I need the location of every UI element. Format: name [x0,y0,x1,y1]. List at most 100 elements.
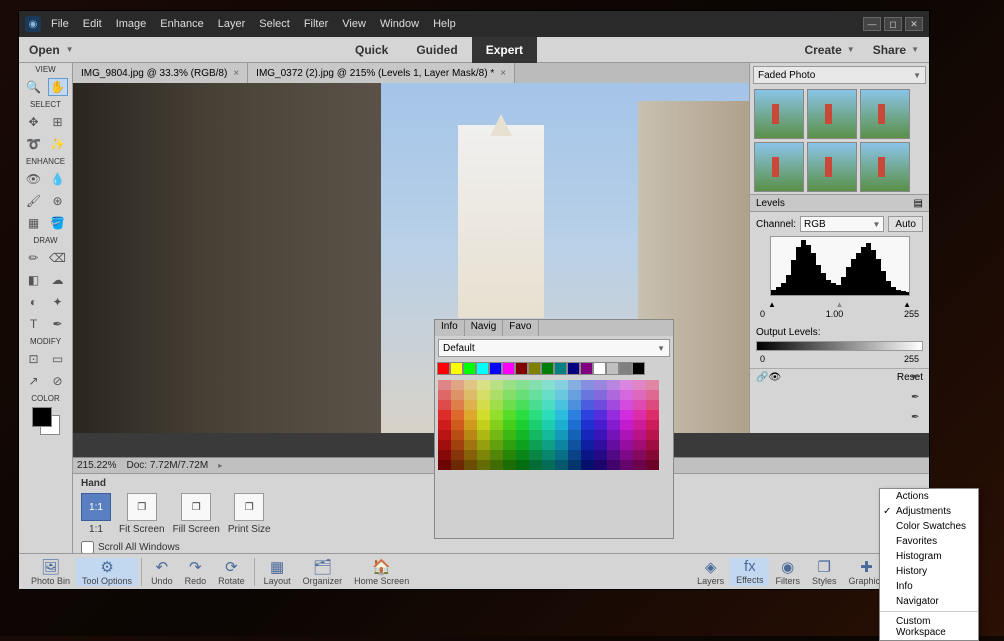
swatch-chip[interactable] [607,400,620,410]
menu-item-color-swatches[interactable]: Color Swatches [880,519,978,534]
swatch-chip[interactable] [477,400,490,410]
swatch-chip[interactable] [542,410,555,420]
swatch-chip[interactable] [477,410,490,420]
swatch-grid[interactable] [435,377,673,473]
swatch-chip[interactable] [620,450,633,460]
status-caret-icon[interactable]: ▸ [218,461,222,470]
effect-thumbnail[interactable] [754,89,804,139]
swatch-chip[interactable] [607,380,620,390]
eraser-tool[interactable]: ⌫ [48,249,68,267]
swatch-chip[interactable] [477,390,490,400]
swatch-chip[interactable] [594,390,607,400]
swatch-chip[interactable] [580,362,593,375]
swatch-chip[interactable] [451,420,464,430]
swatch-chip[interactable] [502,362,515,375]
eyedropper-black-icon[interactable]: ✒ [911,372,925,386]
swatch-tab[interactable]: Info [435,320,465,336]
menu-image[interactable]: Image [116,18,147,30]
minimize-button[interactable]: — [863,17,881,31]
swatch-chip[interactable] [594,440,607,450]
levels-tab[interactable]: Levels▤ [750,194,929,212]
swatch-chip[interactable] [594,430,607,440]
swatch-chip[interactable] [477,440,490,450]
swatch-chip[interactable] [541,362,554,375]
swatch-chip[interactable] [646,420,659,430]
swatch-chip[interactable] [633,380,646,390]
effect-thumbnail[interactable] [754,142,804,192]
swatch-chip[interactable] [555,460,568,470]
swatch-chip[interactable] [607,460,620,470]
swatch-chip[interactable] [464,440,477,450]
swatch-chip[interactable] [464,400,477,410]
swatch-chip[interactable] [529,390,542,400]
swatch-chip[interactable] [555,430,568,440]
swatch-chip[interactable] [568,410,581,420]
swatch-chip[interactable] [490,430,503,440]
swatch-chip[interactable] [529,420,542,430]
hand2-tool[interactable]: ⊘ [48,372,68,390]
open-button[interactable]: Open▼ [29,43,74,57]
swatch-chip[interactable] [555,390,568,400]
swatch-chip[interactable] [581,410,594,420]
swatch-chip[interactable] [646,390,659,400]
auto-button[interactable]: Auto [888,216,923,232]
swatch-chip[interactable] [438,380,451,390]
swatch-chip[interactable] [581,460,594,470]
swatch-chip[interactable] [646,450,659,460]
swatch-chip[interactable] [490,420,503,430]
swatch-chip[interactable] [516,390,529,400]
swatch-chip[interactable] [633,420,646,430]
menu-enhance[interactable]: Enhance [160,18,203,30]
channel-select[interactable]: RGB▼ [800,216,884,232]
close-tab-icon[interactable]: × [233,68,239,79]
visibility-icon[interactable]: 👁 [768,372,781,383]
swatch-chip[interactable] [620,380,633,390]
swatch-chip[interactable] [646,410,659,420]
swatch-chip[interactable] [529,400,542,410]
effect-thumbnail[interactable] [807,142,857,192]
swatch-chip[interactable] [464,450,477,460]
bb-filters[interactable]: ◉Filters [769,558,806,586]
swatch-chip[interactable] [594,420,607,430]
zoom-option-button[interactable]: ❐Fit Screen [119,493,165,535]
zoom-option-button[interactable]: 1:11:1 [81,493,111,535]
swatch-chip[interactable] [503,410,516,420]
bb-organizer[interactable]: 🗂Organizer [297,558,349,586]
swatch-tab[interactable]: Favo [503,320,538,336]
swatch-chip[interactable] [464,390,477,400]
menu-file[interactable]: File [51,18,69,30]
document-tab[interactable]: IMG_9804.jpg @ 33.3% (RGB/8)× [73,63,248,83]
crop-tool[interactable]: ⊡ [24,350,44,368]
bb-layers[interactable]: ◈Layers [691,558,730,586]
swatch-chip[interactable] [633,430,646,440]
swatch-chip[interactable] [490,460,503,470]
swatch-chip[interactable] [568,430,581,440]
swatch-chip[interactable] [438,410,451,420]
swatch-chip[interactable] [438,440,451,450]
output-gradient[interactable] [756,341,923,351]
grad-tool[interactable]: ▦ [24,214,44,232]
swatch-chip[interactable] [438,390,451,400]
menu-item-navigator[interactable]: Navigator [880,594,978,609]
swatch-tab[interactable]: Navig [465,320,504,336]
swatch-chip[interactable] [516,420,529,430]
swatch-chip[interactable] [542,390,555,400]
swatch-chip[interactable] [555,380,568,390]
swatch-chip[interactable] [438,430,451,440]
swatch-chip[interactable] [529,450,542,460]
shape-tool[interactable]: ◧ [24,271,44,289]
swatches-preset-dropdown[interactable]: Default▼ [438,339,670,357]
mode-quick[interactable]: Quick [341,37,402,63]
swatch-chip[interactable] [529,380,542,390]
swatch-chip[interactable] [633,460,646,470]
menu-item-adjustments[interactable]: Adjustments [880,504,978,519]
straighten-tool[interactable]: ↗ [24,372,44,390]
move-tool[interactable]: ✥ [24,113,44,131]
swatch-chip[interactable] [516,460,529,470]
swatch-chip[interactable] [567,362,580,375]
swatch-chip[interactable] [607,430,620,440]
swatch-chip[interactable] [490,390,503,400]
swatch-chip[interactable] [633,400,646,410]
bb-redo[interactable]: ↷Redo [179,558,213,586]
swatch-chip[interactable] [464,420,477,430]
